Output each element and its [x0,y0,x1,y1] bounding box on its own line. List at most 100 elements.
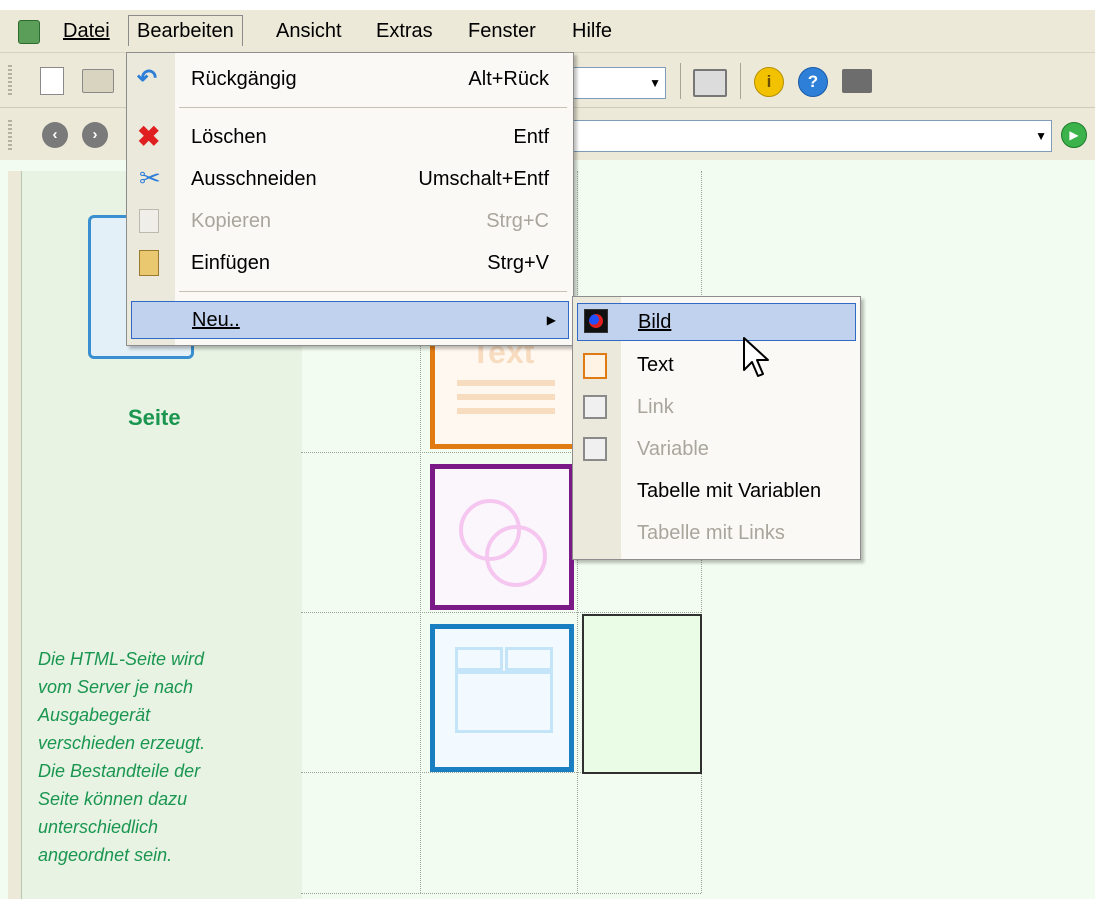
menu-item-shortcut: Alt+Rück [468,68,549,90]
menu-item-label: Tabelle mit Variablen [637,480,822,502]
menu-item-shortcut: Entf [513,126,549,148]
print-icon[interactable] [842,69,872,93]
menu-item-label: Text [637,354,674,376]
submenu-item-image[interactable]: Bild [577,303,856,341]
menu-item-label: Ausschneiden [191,168,317,190]
toolbar-separator [680,63,681,99]
go-icon[interactable]: ▶ [1061,122,1087,148]
menu-item-label: Tabelle mit Links [637,522,785,544]
variable-tile[interactable] [430,624,574,772]
menu-item-new[interactable]: Neu.. ▶ [131,301,569,339]
submenu-item-text[interactable]: Text [573,347,860,383]
menu-extras[interactable]: Extras [368,16,441,46]
cut-icon: ✂ [139,163,161,193]
menu-item-label: Löschen [191,126,267,148]
menu-item-shortcut: Strg+C [486,210,549,232]
menu-item-label: Einfügen [191,252,270,274]
menu-fenster-label: Fenster [468,20,536,42]
new-submenu: Bild Text Link Variable Tabelle mit Vari… [572,296,861,560]
menu-item-label: Kopieren [191,210,272,232]
description-line: angeordnet sein. [38,845,173,865]
submenu-item-link[interactable]: Link [573,389,860,425]
forward-icon[interactable]: › [82,122,108,148]
description-line: unterschiedlich [38,817,159,837]
edit-menu: ↶ Rückgängig Alt+Rück ✖ Löschen Entf ✂ A… [126,52,574,346]
paste-icon [139,250,159,276]
menu-item-label: Neu.. [192,302,240,338]
menu-ansicht-label: Ansicht [276,20,342,42]
undo-icon: ↶ [137,65,158,92]
menu-bearbeiten[interactable]: Bearbeiten [128,15,243,46]
submenu-item-table-variables[interactable]: Tabelle mit Variablen [573,473,860,509]
address-combo[interactable]: ▼ [572,120,1052,152]
page-description: Die HTML-Seite wird vom Server je nach A… [38,645,205,869]
submenu-item-variable[interactable]: Variable [573,431,860,467]
mouse-cursor-icon [743,337,769,377]
menu-bearbeiten-label: Bearbeiten [137,20,234,42]
grid-line [301,893,701,894]
preview-icon[interactable] [693,69,727,97]
toolbar-dropdown[interactable]: ▼ [572,67,666,99]
toolbar-separator [740,63,741,99]
menu-item-cut[interactable]: ✂ Ausschneiden Umschalt+Entf [127,161,573,197]
menu-fenster[interactable]: Fenster [460,16,544,46]
text-tile-line [457,394,555,400]
chevron-down-icon: ▼ [1035,129,1047,143]
variable-tile-field [505,647,553,671]
description-line: Die HTML-Seite wird [38,649,205,669]
grid-line [301,612,701,613]
menu-separator [179,107,567,108]
menu-item-copy[interactable]: Kopieren Strg+C [127,203,573,239]
new-document-icon[interactable] [40,67,64,95]
link-circle [485,525,547,587]
menu-separator [179,291,567,292]
variable-tile-field [455,647,503,671]
text-tile-line [457,408,555,414]
submenu-item-table-links[interactable]: Tabelle mit Links [573,515,860,551]
empty-cell-selected[interactable] [582,614,702,774]
menu-item-shortcut: Strg+V [487,252,549,274]
page-label: Seite [128,405,181,430]
help-icon[interactable]: ? [798,67,828,97]
menu-item-label: Bild [638,304,671,340]
submenu-arrow-icon: ▶ [546,313,556,327]
info-icon[interactable]: i [754,67,784,97]
link-tile[interactable] [430,464,574,610]
variable-icon [583,437,607,461]
variable-tile-body [455,671,553,733]
description-line: Ausgabegerät [38,705,151,725]
copy-icon [139,209,159,233]
description-line: Die Bestandteile der [38,761,201,781]
menu-item-delete[interactable]: ✖ Löschen Entf [127,119,573,155]
menu-item-label: Link [637,396,674,418]
description-line: vom Server je nach [38,677,194,697]
menu-item-label: Rückgängig [191,68,297,90]
menu-datei-label: Datei [63,20,110,42]
chevron-down-icon: ▼ [649,76,661,90]
menu-item-new-text: Neu.. [192,309,240,331]
menu-item-undo[interactable]: ↶ Rückgängig Alt+Rück [127,61,573,97]
menu-hilfe[interactable]: Hilfe [564,16,620,46]
menu-item-paste[interactable]: Einfügen Strg+V [127,245,573,281]
menu-item-label: Variable [637,438,709,460]
menu-item-shortcut: Umschalt+Entf [418,168,549,190]
app-icon [18,20,40,44]
text-icon [583,353,607,379]
text-tile[interactable]: Text [430,334,578,449]
toolbar-grip[interactable] [8,65,12,95]
description-line: Seite können dazu [38,789,188,809]
menu-datei[interactable]: Datei [55,16,118,46]
menu-extras-label: Extras [376,20,433,42]
menubar: Datei Bearbeiten Ansicht Extras Fenster … [0,10,1095,53]
description-line: verschieden erzeugt. [38,733,206,753]
image-label-text: Bild [638,311,672,333]
menu-hilfe-label: Hilfe [572,20,613,42]
menu-ansicht[interactable]: Ansicht [268,16,350,46]
text-tile-line [457,380,555,386]
image-icon [584,309,608,333]
left-border [8,171,21,899]
open-folder-icon[interactable] [82,69,114,93]
delete-icon: ✖ [137,121,161,152]
back-icon[interactable]: ‹ [42,122,68,148]
toolbar-grip[interactable] [8,120,12,150]
